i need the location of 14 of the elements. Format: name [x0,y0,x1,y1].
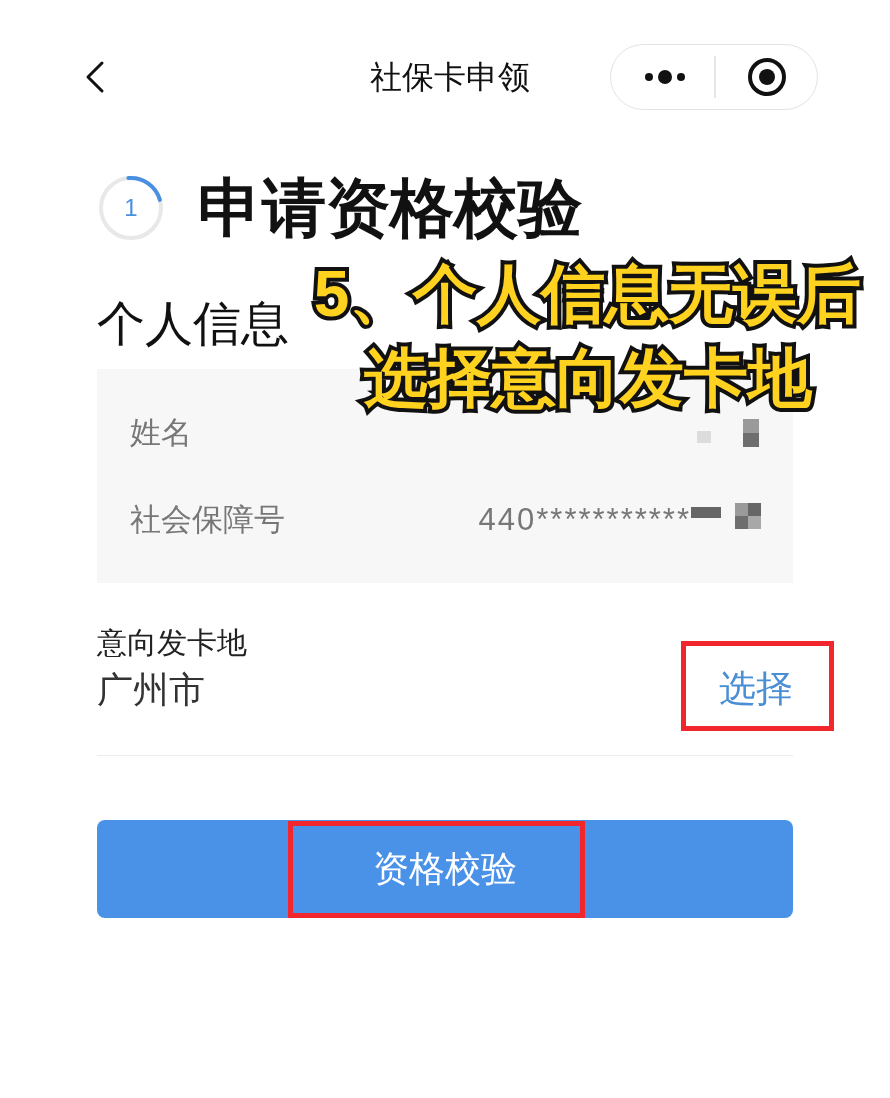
field-label: 社会保障号 [130,504,285,535]
submit-button[interactable]: 资格校验 [97,820,793,919]
section-title: 个人信息 [97,296,289,353]
more-icon[interactable] [643,69,687,85]
circle-dot-icon[interactable] [747,57,787,97]
step-title: 申请资格校验 [198,173,582,244]
select-link[interactable]: 选择 [719,667,793,712]
page-title: 社保卡申领 [370,57,530,97]
step-number: 1 [123,193,139,224]
annotation-caption: 5、个人信息无误后 [313,257,862,332]
field-label: 姓名 [130,417,192,448]
field-label: 意向发卡地 [97,625,247,661]
field-value: 广州市 [97,667,205,711]
field-value: 440*********** [478,504,691,535]
